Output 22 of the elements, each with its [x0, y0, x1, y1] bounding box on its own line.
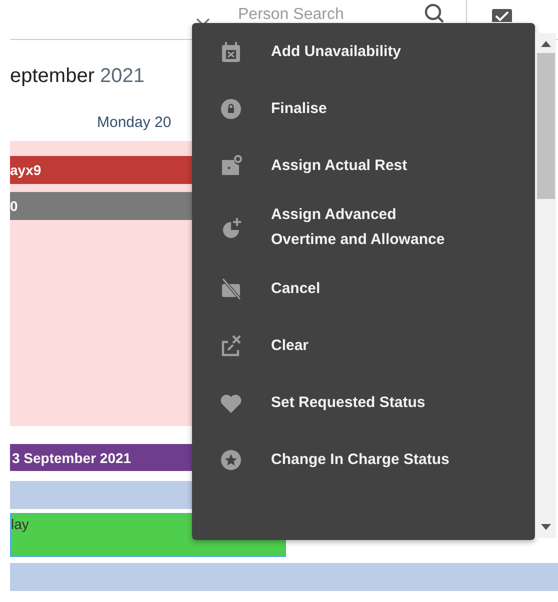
menu-item[interactable]: Set Requested Status: [192, 374, 535, 431]
checkbox-icon: [491, 8, 513, 22]
scroll-up-icon: [540, 41, 550, 47]
month-title: eptember 2021: [10, 64, 145, 89]
menu-item[interactable]: Cancel: [192, 260, 535, 317]
scrollbar[interactable]: [535, 33, 556, 538]
box-x-icon: [220, 334, 242, 356]
pie-plus-icon: [220, 216, 242, 238]
star-circle-icon: [220, 448, 242, 470]
search-icon: [424, 3, 444, 23]
menu-item[interactable]: Add Unavailability: [192, 23, 535, 80]
crossed-rectangle-icon: [220, 278, 242, 300]
menu-item[interactable]: Clear: [192, 317, 535, 374]
scroll-down-icon: [540, 524, 550, 530]
scrollbar-thumb[interactable]: [536, 53, 554, 199]
chevron-down-icon: [196, 18, 210, 26]
calendar-x-icon: [220, 40, 242, 62]
search-field[interactable]: Person Search: [238, 6, 418, 24]
day-heading: Monday 20: [97, 113, 172, 133]
lock-icon: [220, 98, 242, 120]
square-dot-icon: [220, 154, 242, 176]
menu-item[interactable]: Finalise: [192, 80, 535, 137]
